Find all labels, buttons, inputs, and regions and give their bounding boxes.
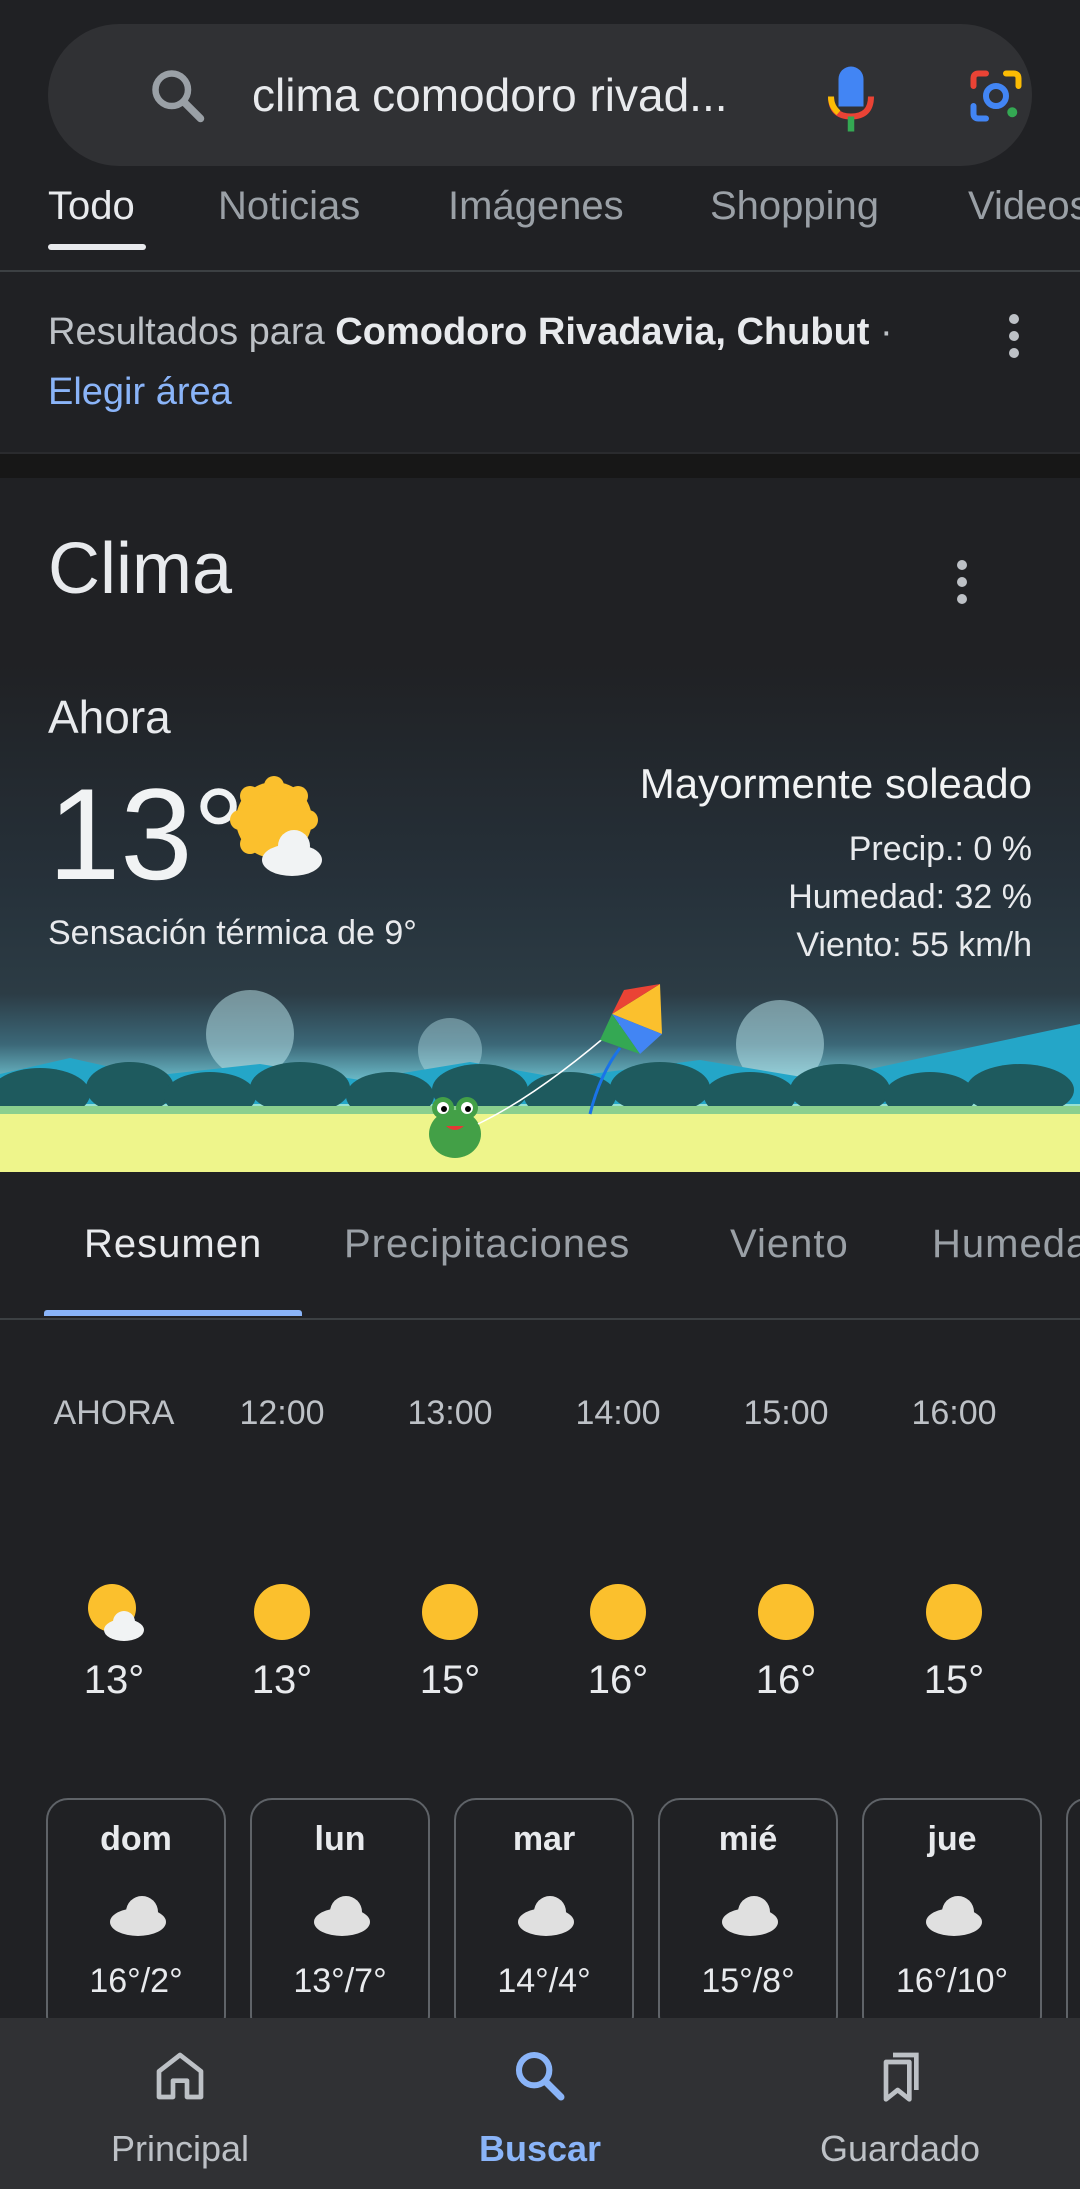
tab-precipitaciones[interactable]: Precipitaciones xyxy=(344,1222,630,1267)
search-icon[interactable] xyxy=(148,66,208,126)
day-range: 16°/10° xyxy=(895,1962,1009,2000)
daily-card-mie[interactable]: mié 15°/8° xyxy=(658,1798,838,2038)
daily-card-lun[interactable]: lun 13°/7° xyxy=(250,1798,430,2038)
cloud-icon xyxy=(722,1896,778,1936)
partly-sunny-icon xyxy=(230,776,322,876)
day-label: lun xyxy=(314,1820,366,1858)
tab-shopping[interactable]: Shopping xyxy=(710,184,879,229)
nav-principal-label: Principal xyxy=(110,2128,250,2169)
bottom-navigation: Principal Buscar Guardado xyxy=(0,2018,1080,2189)
microphone-icon[interactable] xyxy=(826,64,876,134)
nav-principal[interactable]: Principal xyxy=(0,2018,360,2189)
cloud-icon xyxy=(314,1896,370,1936)
day-label: jue xyxy=(927,1820,977,1858)
sun-icon xyxy=(422,1584,478,1640)
precipitation-stat: Precip.: 0 % xyxy=(848,830,1032,868)
wind-stat: Viento: 55 km/h xyxy=(796,926,1032,964)
tab-noticias[interactable]: Noticias xyxy=(218,184,360,229)
location-dot: · xyxy=(869,311,893,353)
google-lens-icon[interactable] xyxy=(966,66,1026,126)
weather-condition: Mayormente soleado xyxy=(639,760,1032,807)
tab-todo[interactable]: Todo xyxy=(48,184,135,229)
tab-humedad[interactable]: Humedad xyxy=(932,1222,1080,1267)
active-subtab-indicator xyxy=(44,1310,302,1316)
sun-icon xyxy=(590,1584,646,1640)
nav-buscar-label: Buscar xyxy=(478,2128,602,2169)
hour-temperature: 13° xyxy=(251,1658,313,1702)
location-more-icon[interactable] xyxy=(1008,314,1020,365)
nav-guardado-label: Guardado xyxy=(819,2128,981,2169)
section-divider xyxy=(0,452,1080,478)
search-tabs: Todo Noticias Imágenes Shopping Videos xyxy=(0,166,1080,272)
tab-imagenes[interactable]: Imágenes xyxy=(448,184,624,229)
nav-buscar[interactable]: Buscar xyxy=(360,2018,720,2189)
cloud-icon xyxy=(518,1896,574,1936)
day-label: mar xyxy=(512,1820,576,1858)
hour-label: 16:00 xyxy=(911,1394,997,1432)
hour-temperature: 16° xyxy=(587,1658,649,1702)
weather-title: Clima xyxy=(48,529,233,609)
weather-more-icon[interactable] xyxy=(956,560,968,611)
tab-resumen[interactable]: Resumen xyxy=(84,1222,262,1267)
tab-videos[interactable]: Videos xyxy=(968,184,1080,229)
hour-label: 13:00 xyxy=(407,1394,493,1432)
landscape-illustration xyxy=(0,984,1080,1172)
day-label: dom xyxy=(100,1820,172,1858)
choose-area-link[interactable]: Elegir área xyxy=(48,362,948,422)
location-info: Resultados para Comodoro Rivadavia, Chub… xyxy=(48,302,948,422)
location-prefix: Resultados para xyxy=(48,311,336,353)
sun-icon xyxy=(758,1584,814,1640)
location-place: Comodoro Rivadavia, Chubut xyxy=(335,311,870,353)
nav-guardado[interactable]: Guardado xyxy=(720,2018,1080,2189)
search-bar[interactable]: clima comodoro rivad... xyxy=(48,24,1032,166)
weather-hero: Ahora 13° Sensación térmica de 9° Mayorm… xyxy=(0,664,1080,1172)
hour-temperature: 16° xyxy=(755,1658,817,1702)
weather-subtabs: Resumen Precipitaciones Viento Humedad xyxy=(0,1172,1080,1320)
daily-card-dom[interactable]: dom 16°/2° xyxy=(46,1798,226,2038)
humidity-stat: Humedad: 32 % xyxy=(788,878,1032,916)
cloud-icon xyxy=(110,1896,166,1936)
now-label: Ahora xyxy=(48,691,171,743)
daily-card-mar[interactable]: mar 14°/4° xyxy=(454,1798,634,2038)
hour-temperature: 15° xyxy=(419,1658,481,1702)
daily-card-next[interactable] xyxy=(1066,1798,1080,2038)
hour-label: AHORA xyxy=(53,1394,175,1432)
day-label: mié xyxy=(718,1820,778,1858)
sun-icon xyxy=(926,1584,982,1640)
hour-label: 12:00 xyxy=(239,1394,325,1432)
cloud-icon xyxy=(926,1896,982,1936)
home-icon xyxy=(156,2052,204,2100)
tab-viento[interactable]: Viento xyxy=(730,1222,849,1267)
partly-sunny-icon xyxy=(88,1584,144,1641)
search-query[interactable]: clima comodoro rivad... xyxy=(252,24,728,166)
day-range: 14°/4° xyxy=(497,1962,591,2000)
hour-temperature: 15° xyxy=(923,1658,985,1702)
active-tab-indicator xyxy=(48,244,146,250)
hour-temperature: 13° xyxy=(83,1658,145,1702)
bookmarks-icon xyxy=(883,2052,919,2102)
hour-label: 15:00 xyxy=(743,1394,829,1432)
day-range: 16°/2° xyxy=(89,1962,183,2000)
daily-card-jue[interactable]: jue 16°/10° xyxy=(862,1798,1042,2038)
day-range: 13°/7° xyxy=(293,1962,387,2000)
day-range: 15°/8° xyxy=(701,1962,795,2000)
search-icon xyxy=(515,2051,565,2101)
hour-label: 14:00 xyxy=(575,1394,661,1432)
feels-like: Sensación térmica de 9° xyxy=(48,914,417,952)
sun-icon xyxy=(254,1584,310,1640)
current-temperature: 13° xyxy=(48,761,245,907)
